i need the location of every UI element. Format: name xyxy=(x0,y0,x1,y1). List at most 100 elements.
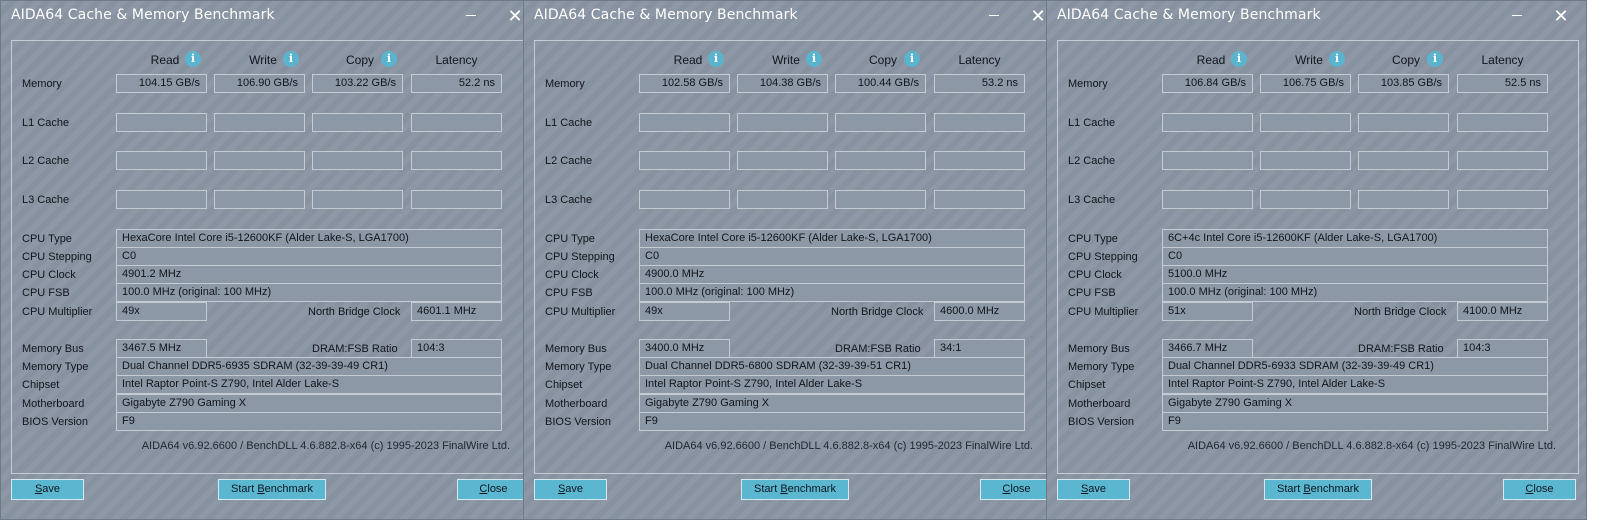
benchmark-window-3: AIDA64 Cache & Memory Benchmark ✕ Read i… xyxy=(1046,0,1587,520)
cpu-multiplier-label: CPU Multiplier xyxy=(1068,306,1139,318)
write-info-icon[interactable]: i xyxy=(806,51,822,67)
l2-cache-label: L2 Cache xyxy=(22,155,70,167)
cpu-stepping-label: CPU Stepping xyxy=(1068,251,1138,263)
l1-latency-value xyxy=(411,113,502,132)
l1-latency-value xyxy=(934,113,1025,132)
bios-label: BIOS Version xyxy=(545,416,612,428)
minimize-icon xyxy=(989,15,999,17)
l2-read-value xyxy=(639,151,730,170)
cpu-clock-value: 4900.0 MHz xyxy=(639,265,1025,284)
title-bar: AIDA64 Cache & Memory Benchmark ✕ xyxy=(524,1,1063,31)
chipset-value: Intel Raptor Point-S Z790, Intel Alder L… xyxy=(639,375,1025,394)
memory-type-label: Memory Type xyxy=(545,361,612,373)
read-info-icon[interactable]: i xyxy=(708,51,724,67)
nb-clock-label: North Bridge Clock xyxy=(1354,306,1447,318)
chipset-label: Chipset xyxy=(545,379,583,391)
header-latency: Latency xyxy=(1481,53,1524,67)
cpu-multiplier-label: CPU Multiplier xyxy=(545,306,616,318)
bios-value: F9 xyxy=(639,412,1025,431)
l2-write-value xyxy=(737,151,828,170)
write-info-icon[interactable]: i xyxy=(1329,51,1345,67)
l3-cache-label: L3 Cache xyxy=(22,194,70,206)
dram-fsb-value: 104:3 xyxy=(411,339,502,358)
header-latency: Latency xyxy=(435,53,478,67)
memory-write-value: 106.90 GB/s xyxy=(214,74,305,93)
benchmark-window-1: AIDA64 Cache & Memory Benchmark ✕ Read i… xyxy=(0,0,541,520)
title-bar: AIDA64 Cache & Memory Benchmark ✕ xyxy=(1047,1,1586,31)
minimize-button[interactable] xyxy=(458,4,484,28)
l2-read-value xyxy=(116,151,207,170)
close-button[interactable]: Close xyxy=(980,479,1053,500)
read-info-icon[interactable]: i xyxy=(1231,51,1247,67)
cpu-type-value: 6C+4c Intel Core i5-12600KF (Alder Lake-… xyxy=(1162,229,1548,248)
l1-copy-value xyxy=(835,113,926,132)
close-icon: ✕ xyxy=(1553,6,1569,26)
l1-write-value xyxy=(1260,113,1351,132)
results-panel: Read i Write i Copy i Latency Memory 102… xyxy=(534,40,1056,474)
l1-copy-value xyxy=(312,113,403,132)
window-title: AIDA64 Cache & Memory Benchmark xyxy=(534,7,798,23)
start-benchmark-button[interactable]: Start Benchmark xyxy=(741,479,849,500)
minimize-icon xyxy=(466,15,476,17)
l1-cache-label: L1 Cache xyxy=(22,117,70,129)
copy-info-icon[interactable]: i xyxy=(1427,51,1443,67)
l1-read-value xyxy=(639,113,730,132)
cpu-fsb-label: CPU FSB xyxy=(545,287,593,299)
cpu-fsb-value: 100.0 MHz (original: 100 MHz) xyxy=(116,283,502,302)
l2-latency-value xyxy=(411,151,502,170)
memory-latency-value: 52.2 ns xyxy=(411,74,502,93)
start-benchmark-button[interactable]: Start Benchmark xyxy=(218,479,326,500)
cpu-stepping-value: C0 xyxy=(116,247,502,266)
minimize-button[interactable] xyxy=(1504,4,1530,28)
close-button[interactable]: Close xyxy=(1503,479,1576,500)
results-panel: Read i Write i Copy i Latency Memory 104… xyxy=(11,40,533,474)
l3-read-value xyxy=(639,190,730,209)
memory-type-value: Dual Channel DDR5-6800 SDRAM (32-39-39-5… xyxy=(639,357,1025,376)
motherboard-label: Motherboard xyxy=(1068,398,1131,410)
memory-label: Memory xyxy=(545,78,585,90)
nb-clock-value: 4600.0 MHz xyxy=(934,302,1025,321)
copy-info-icon[interactable]: i xyxy=(381,51,397,67)
memory-type-label: Memory Type xyxy=(22,361,89,373)
bios-value: F9 xyxy=(1162,412,1548,431)
cpu-fsb-value: 100.0 MHz (original: 100 MHz) xyxy=(1162,283,1548,302)
cpu-fsb-value: 100.0 MHz (original: 100 MHz) xyxy=(639,283,1025,302)
memory-bus-value: 3400.0 MHz xyxy=(639,339,730,358)
cpu-multiplier-label: CPU Multiplier xyxy=(22,306,93,318)
close-window-button[interactable]: ✕ xyxy=(1548,4,1574,28)
nb-clock-label: North Bridge Clock xyxy=(831,306,924,318)
dram-fsb-label: DRAM:FSB Ratio xyxy=(312,343,398,355)
dram-fsb-label: DRAM:FSB Ratio xyxy=(1358,343,1444,355)
l3-write-value xyxy=(737,190,828,209)
save-button[interactable]: Save xyxy=(534,479,607,500)
l1-copy-value xyxy=(1358,113,1449,132)
cpu-multiplier-value: 49x xyxy=(116,302,207,321)
l1-cache-label: L1 Cache xyxy=(1068,117,1116,129)
chipset-value: Intel Raptor Point-S Z790, Intel Alder L… xyxy=(116,375,502,394)
version-footer: AIDA64 v6.92.6600 / BenchDLL 4.6.882.8-x… xyxy=(1187,440,1556,452)
motherboard-label: Motherboard xyxy=(545,398,608,410)
close-button[interactable]: Close xyxy=(457,479,530,500)
write-info-icon[interactable]: i xyxy=(283,51,299,67)
title-bar: AIDA64 Cache & Memory Benchmark ✕ xyxy=(1,1,540,31)
read-info-icon[interactable]: i xyxy=(185,51,201,67)
l3-copy-value xyxy=(835,190,926,209)
chipset-label: Chipset xyxy=(22,379,60,391)
save-button[interactable]: Save xyxy=(11,479,84,500)
results-panel: Read i Write i Copy i Latency Memory 106… xyxy=(1057,40,1579,474)
memory-label: Memory xyxy=(22,78,62,90)
l3-copy-value xyxy=(312,190,403,209)
memory-bus-label: Memory Bus xyxy=(545,343,607,355)
minimize-button[interactable] xyxy=(981,4,1007,28)
cpu-type-value: HexaCore Intel Core i5-12600KF (Alder La… xyxy=(116,229,502,248)
cpu-multiplier-value: 49x xyxy=(639,302,730,321)
l1-cache-label: L1 Cache xyxy=(545,117,593,129)
memory-copy-value: 103.85 GB/s xyxy=(1358,74,1449,93)
start-benchmark-button[interactable]: Start Benchmark xyxy=(1264,479,1372,500)
save-button[interactable]: Save xyxy=(1057,479,1130,500)
bios-label: BIOS Version xyxy=(22,416,89,428)
copy-info-icon[interactable]: i xyxy=(904,51,920,67)
benchmark-window-2: AIDA64 Cache & Memory Benchmark ✕ Read i… xyxy=(523,0,1064,520)
l3-read-value xyxy=(1162,190,1253,209)
memory-type-label: Memory Type xyxy=(1068,361,1135,373)
